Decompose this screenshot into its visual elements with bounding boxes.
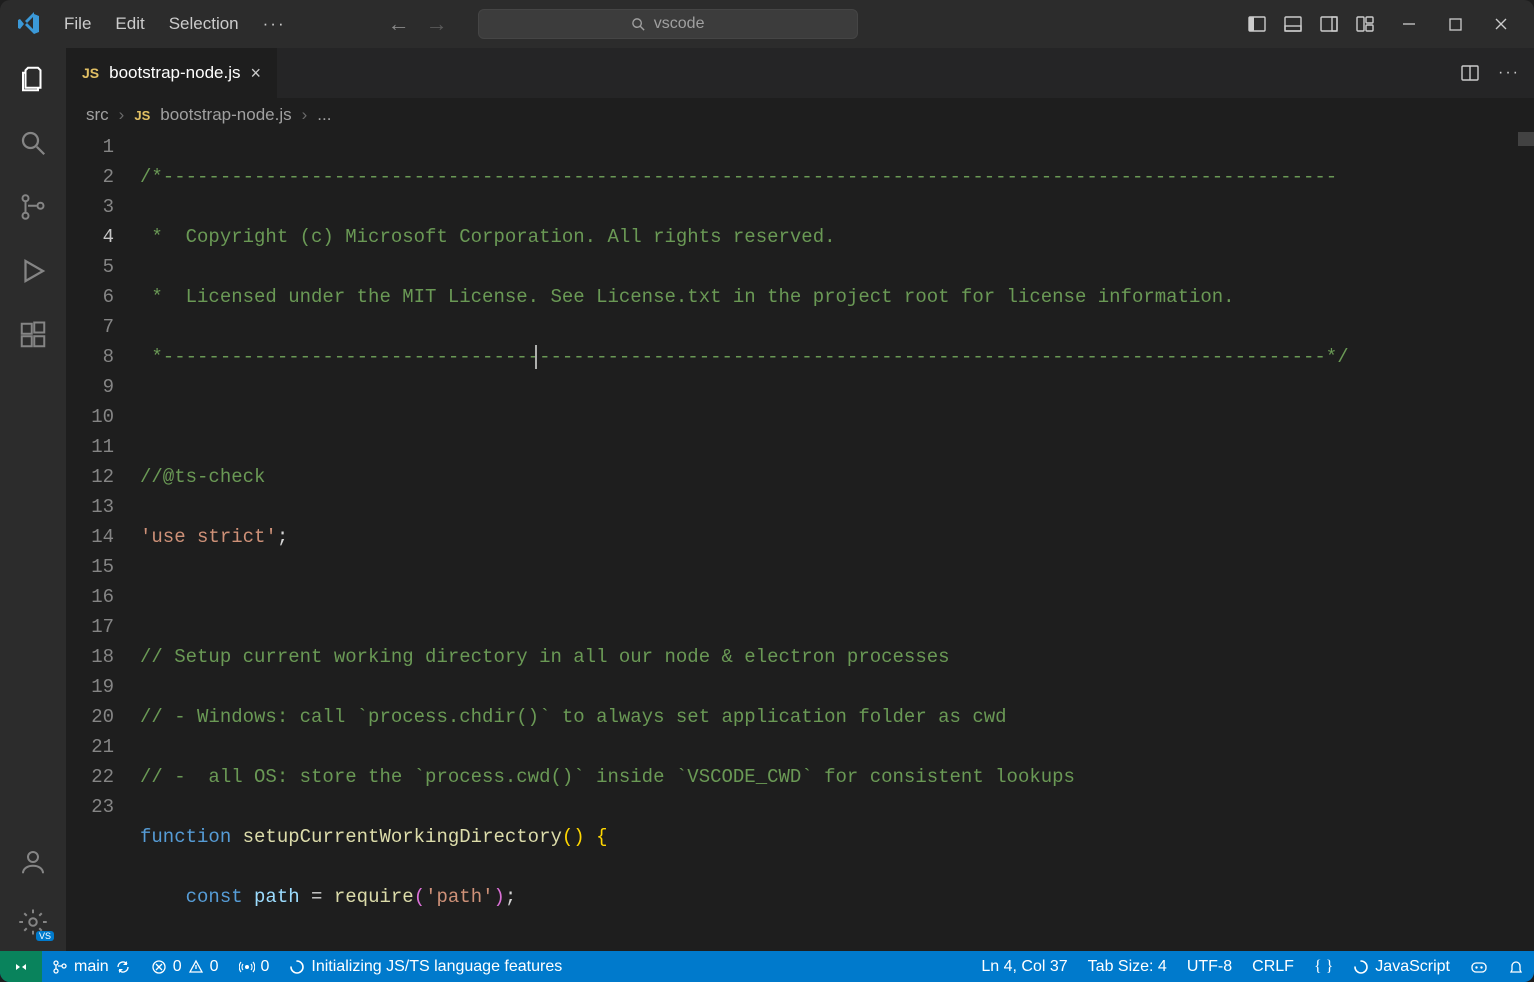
chevron-right-icon: › bbox=[119, 105, 125, 125]
warning-count: 0 bbox=[210, 958, 219, 976]
editor-area: JS bootstrap-node.js × ··· src › JS boot… bbox=[66, 48, 1534, 951]
text-caret bbox=[535, 345, 537, 369]
command-center-search[interactable]: vscode bbox=[478, 9, 858, 39]
title-bar: File Edit Selection ··· ← → vscode bbox=[0, 0, 1534, 48]
search-text: vscode bbox=[654, 15, 705, 33]
eol-item[interactable]: CRLF bbox=[1242, 951, 1304, 982]
language-mode-item[interactable]: JavaScript bbox=[1343, 951, 1460, 982]
tab-bootstrap-node[interactable]: JS bootstrap-node.js × bbox=[66, 48, 278, 98]
run-debug-icon[interactable] bbox=[16, 254, 50, 288]
breadcrumbs[interactable]: src › JS bootstrap-node.js › ... bbox=[66, 98, 1534, 132]
menu-file[interactable]: File bbox=[52, 8, 103, 40]
language-status-text: Initializing JS/TS language features bbox=[311, 958, 562, 976]
menu-bar: File Edit Selection bbox=[52, 8, 251, 40]
line-gutter: 1234 5678 9101112 13141516 17181920 2122… bbox=[66, 132, 140, 951]
breadcrumb-tail[interactable]: ... bbox=[317, 105, 331, 125]
loading-spinner-icon bbox=[1353, 959, 1369, 975]
status-bar: main 0 0 0 Initializing JS/TS language f… bbox=[0, 951, 1534, 982]
notifications-bell-icon[interactable] bbox=[1498, 951, 1534, 982]
js-file-icon: JS bbox=[134, 108, 150, 123]
port-count: 0 bbox=[261, 958, 270, 976]
customize-layout-icon[interactable] bbox=[1354, 13, 1376, 35]
loading-spinner-icon bbox=[289, 959, 305, 975]
window-close-icon[interactable] bbox=[1492, 15, 1510, 33]
error-count: 0 bbox=[173, 958, 182, 976]
split-editor-icon[interactable] bbox=[1460, 63, 1480, 83]
nav-forward-icon[interactable]: → bbox=[426, 11, 448, 37]
nav-back-icon[interactable]: ← bbox=[388, 11, 410, 37]
toggle-panel-icon[interactable] bbox=[1282, 13, 1304, 35]
more-actions-icon[interactable]: ··· bbox=[1498, 64, 1520, 82]
menu-overflow[interactable]: ··· bbox=[251, 8, 298, 40]
vscode-logo-icon bbox=[16, 11, 42, 37]
accounts-icon[interactable] bbox=[16, 845, 50, 879]
sync-icon bbox=[115, 959, 131, 975]
ports-item[interactable]: 0 bbox=[229, 951, 280, 982]
problems-item[interactable]: 0 0 bbox=[141, 951, 229, 982]
close-tab-icon[interactable]: × bbox=[251, 63, 262, 84]
js-file-icon: JS bbox=[82, 65, 99, 81]
source-control-icon[interactable] bbox=[16, 190, 50, 224]
git-branch-item[interactable]: main bbox=[42, 951, 141, 982]
settings-gear-icon[interactable]: VS bbox=[16, 905, 50, 939]
extensions-icon[interactable] bbox=[16, 318, 50, 352]
remote-indicator[interactable] bbox=[0, 951, 42, 982]
window-maximize-icon[interactable] bbox=[1446, 15, 1464, 33]
tab-size-item[interactable]: Tab Size: 4 bbox=[1078, 951, 1177, 982]
encoding-item[interactable]: UTF-8 bbox=[1177, 951, 1242, 982]
explorer-icon[interactable] bbox=[16, 62, 50, 96]
code-editor[interactable]: 1234 5678 9101112 13141516 17181920 2122… bbox=[66, 132, 1534, 951]
branch-name: main bbox=[74, 958, 109, 976]
chevron-right-icon: › bbox=[302, 105, 308, 125]
code-content[interactable]: /*--------------------------------------… bbox=[140, 132, 1534, 951]
menu-edit[interactable]: Edit bbox=[103, 8, 156, 40]
tab-bar: JS bootstrap-node.js × ··· bbox=[66, 48, 1534, 98]
toggle-primary-sidebar-icon[interactable] bbox=[1246, 13, 1268, 35]
toggle-secondary-sidebar-icon[interactable] bbox=[1318, 13, 1340, 35]
window-minimize-icon[interactable] bbox=[1400, 15, 1418, 33]
search-icon bbox=[631, 17, 646, 32]
language-status-item[interactable]: Initializing JS/TS language features bbox=[279, 951, 572, 982]
menu-selection[interactable]: Selection bbox=[157, 8, 251, 40]
breadcrumb-file[interactable]: bootstrap-node.js bbox=[160, 105, 291, 125]
search-panel-icon[interactable] bbox=[16, 126, 50, 160]
copilot-icon[interactable] bbox=[1460, 951, 1498, 982]
language-brace-icon[interactable]: { } bbox=[1304, 951, 1343, 982]
activity-bar: VS bbox=[0, 48, 66, 951]
cursor-position-item[interactable]: Ln 4, Col 37 bbox=[971, 951, 1077, 982]
breadcrumb-folder[interactable]: src bbox=[86, 105, 109, 125]
tab-label: bootstrap-node.js bbox=[109, 63, 240, 83]
settings-badge: VS bbox=[36, 931, 54, 941]
